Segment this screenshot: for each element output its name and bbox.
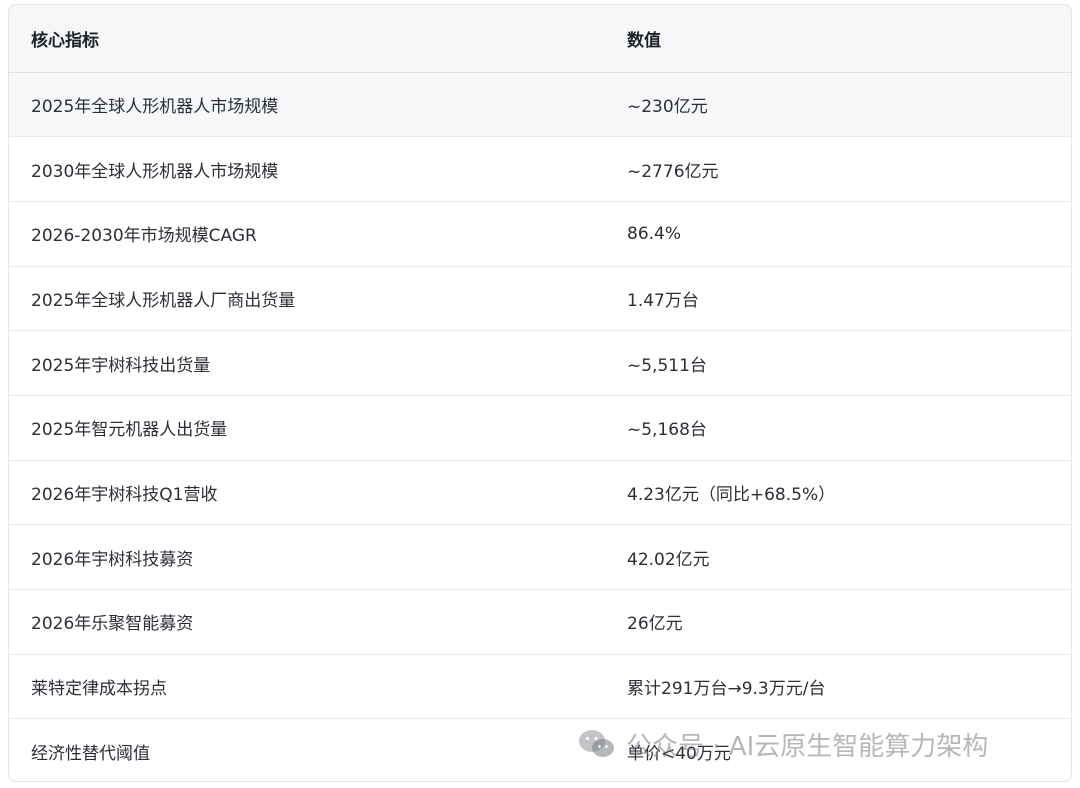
value-cell: 26亿元 xyxy=(605,589,1071,655)
value-cell: ~5,168台 xyxy=(605,395,1071,461)
metric-cell: 2026年宇树科技募资 xyxy=(9,524,605,590)
data-table-container: 核心指标 数值 2025年全球人形机器人市场规模 ~230亿元 2030年全球人… xyxy=(8,4,1072,782)
value-cell: ~5,511台 xyxy=(605,330,1071,396)
header-value: 数值 xyxy=(605,5,1071,73)
value-cell: 4.23亿元（同比+68.5%） xyxy=(605,460,1071,526)
table-row: 经济性替代阈值 单价<40万元 xyxy=(9,719,1071,781)
table-header-row: 核心指标 数值 xyxy=(9,5,1071,73)
table-row: 2026年宇树科技Q1营收 4.23亿元（同比+68.5%） xyxy=(9,460,1071,526)
table-row: 2025年全球人形机器人市场规模 ~230亿元 xyxy=(9,72,1071,138)
table-row: 2026年宇树科技募资 42.02亿元 xyxy=(9,524,1071,590)
metric-cell: 2025年宇树科技出货量 xyxy=(9,330,605,396)
value-cell: 1.47万台 xyxy=(605,266,1071,332)
value-cell: 累计291万台→9.3万元/台 xyxy=(605,654,1071,720)
value-cell: 42.02亿元 xyxy=(605,524,1071,590)
value-cell: ~230亿元 xyxy=(605,72,1071,138)
value-cell: ~2776亿元 xyxy=(605,136,1071,202)
table-row: 2026-2030年市场规模CAGR 86.4% xyxy=(9,201,1071,267)
metric-cell: 经济性替代阈值 xyxy=(31,743,150,764)
value-cell: 单价<40万元 xyxy=(627,743,731,764)
table-row: 2030年全球人形机器人市场规模 ~2776亿元 xyxy=(9,136,1071,202)
value-cell: 86.4% xyxy=(605,201,1071,267)
metric-cell: 莱特定律成本拐点 xyxy=(9,654,605,720)
metric-cell: 2026年乐聚智能募资 xyxy=(9,589,605,655)
metric-cell: 2030年全球人形机器人市场规模 xyxy=(9,136,605,202)
header-metric: 核心指标 xyxy=(9,5,605,73)
metrics-table: 核心指标 数值 2025年全球人形机器人市场规模 ~230亿元 2030年全球人… xyxy=(9,5,1071,781)
metric-cell: 2025年全球人形机器人厂商出货量 xyxy=(9,266,605,332)
table-row: 莱特定律成本拐点 累计291万台→9.3万元/台 xyxy=(9,654,1071,720)
metric-cell: 2025年智元机器人出货量 xyxy=(9,395,605,461)
table-row: 2025年智元机器人出货量 ~5,168台 xyxy=(9,395,1071,461)
table-row: 2025年全球人形机器人厂商出货量 1.47万台 xyxy=(9,266,1071,332)
table-row: 2026年乐聚智能募资 26亿元 xyxy=(9,589,1071,655)
metric-cell: 2025年全球人形机器人市场规模 xyxy=(9,72,605,138)
metric-cell: 2026年宇树科技Q1营收 xyxy=(9,460,605,526)
table-row: 2025年宇树科技出货量 ~5,511台 xyxy=(9,330,1071,396)
metric-cell: 2026-2030年市场规模CAGR xyxy=(9,201,605,267)
